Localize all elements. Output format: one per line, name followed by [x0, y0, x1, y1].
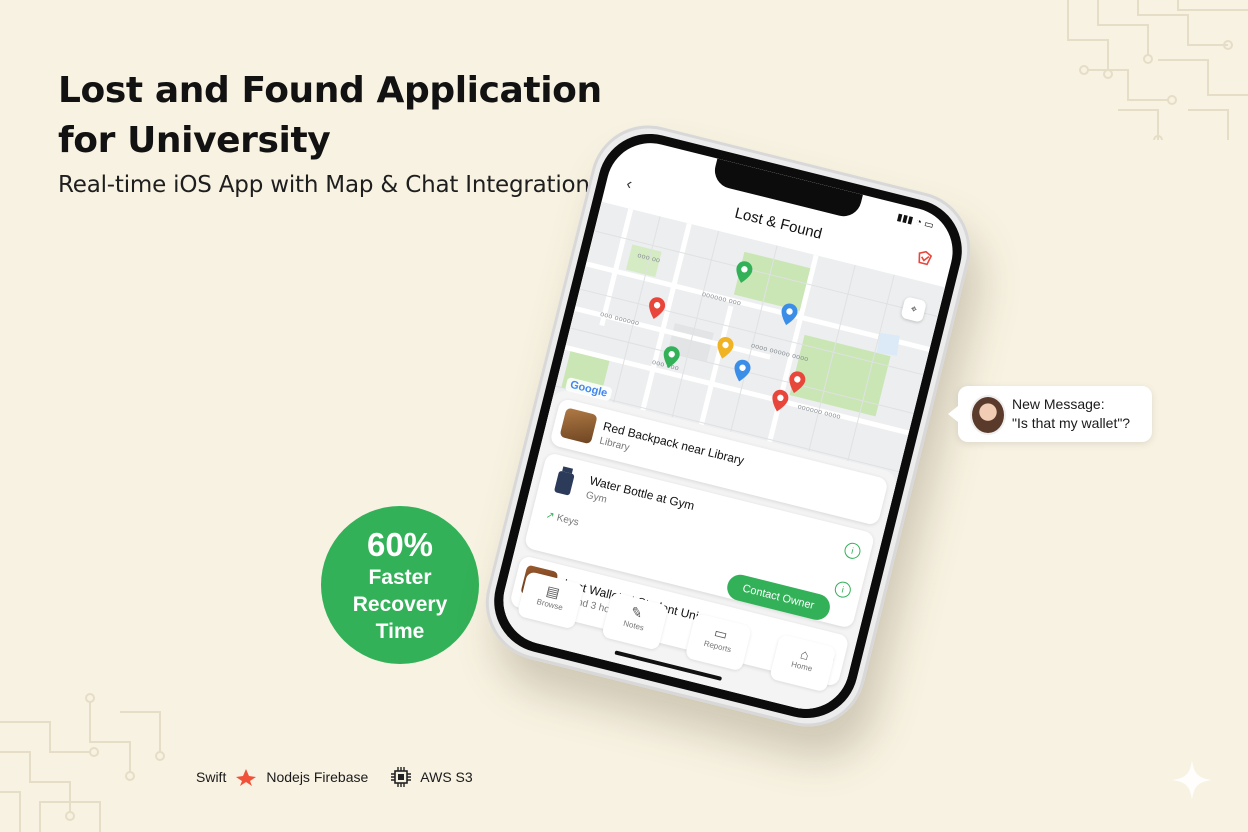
phone-bezel: ▮▮▮ ◔ ▭ ‹ Lost & Found ooo oo oooooo ooo… [483, 122, 973, 730]
app-title: Lost & Found [733, 204, 824, 243]
notification-title: New Message: [1012, 396, 1105, 412]
title-line-1: Lost and Found Application [58, 70, 602, 111]
sparkle-icon [1172, 760, 1212, 800]
sender-avatar [970, 395, 1006, 435]
tech-nodejs-firebase: Nodejs Firebase [266, 769, 369, 785]
item-chip: ↗ Keys [545, 510, 580, 529]
tech-swift: Swift [196, 769, 227, 785]
tech-aws: AWS S3 [420, 769, 473, 785]
stat-label: Faster Recovery Time [352, 565, 448, 643]
phone-mockup: ▮▮▮ ◔ ▭ ‹ Lost & Found ooo oo oooooo ooo… [473, 113, 983, 739]
key-icon: ↗ [544, 509, 556, 523]
water-bottle-thumbnail [545, 461, 585, 499]
item-info-icon[interactable]: i [833, 579, 853, 600]
swift-logo-icon [236, 769, 257, 786]
water-bottle-icon [554, 466, 575, 496]
backpack-thumbnail [559, 407, 598, 445]
new-message-notification[interactable]: New Message: "Is that my wallet"? [948, 386, 1152, 442]
stat-value: 60% [366, 525, 434, 563]
item-subtitle: Gym [584, 489, 608, 506]
chip-label: Keys [555, 512, 580, 529]
page-subtitle: Real-time iOS App with Map & Chat Integr… [58, 172, 590, 198]
circuit-decoration-bottom-left [0, 693, 165, 832]
status-left [638, 148, 642, 164]
item-info-icon[interactable]: i [842, 541, 863, 561]
back-chevron-icon[interactable]: ‹ [624, 176, 634, 195]
circuit-decoration-top-right [1067, 0, 1248, 140]
stat-badge: 60% Faster Recovery Time [321, 506, 479, 664]
page-title: Lost and Found Application for Universit… [58, 66, 602, 166]
tech-stack-bar: Swift Nodejs Firebase AWS S3 [196, 766, 473, 788]
notification-message: "Is that my wallet"? [1012, 415, 1131, 431]
phone-screen: ▮▮▮ ◔ ▭ ‹ Lost & Found ooo oo oooooo ooo… [494, 133, 962, 719]
chip-icon [391, 767, 412, 787]
filter-icon[interactable] [913, 248, 935, 270]
title-line-2: for University [58, 120, 331, 161]
